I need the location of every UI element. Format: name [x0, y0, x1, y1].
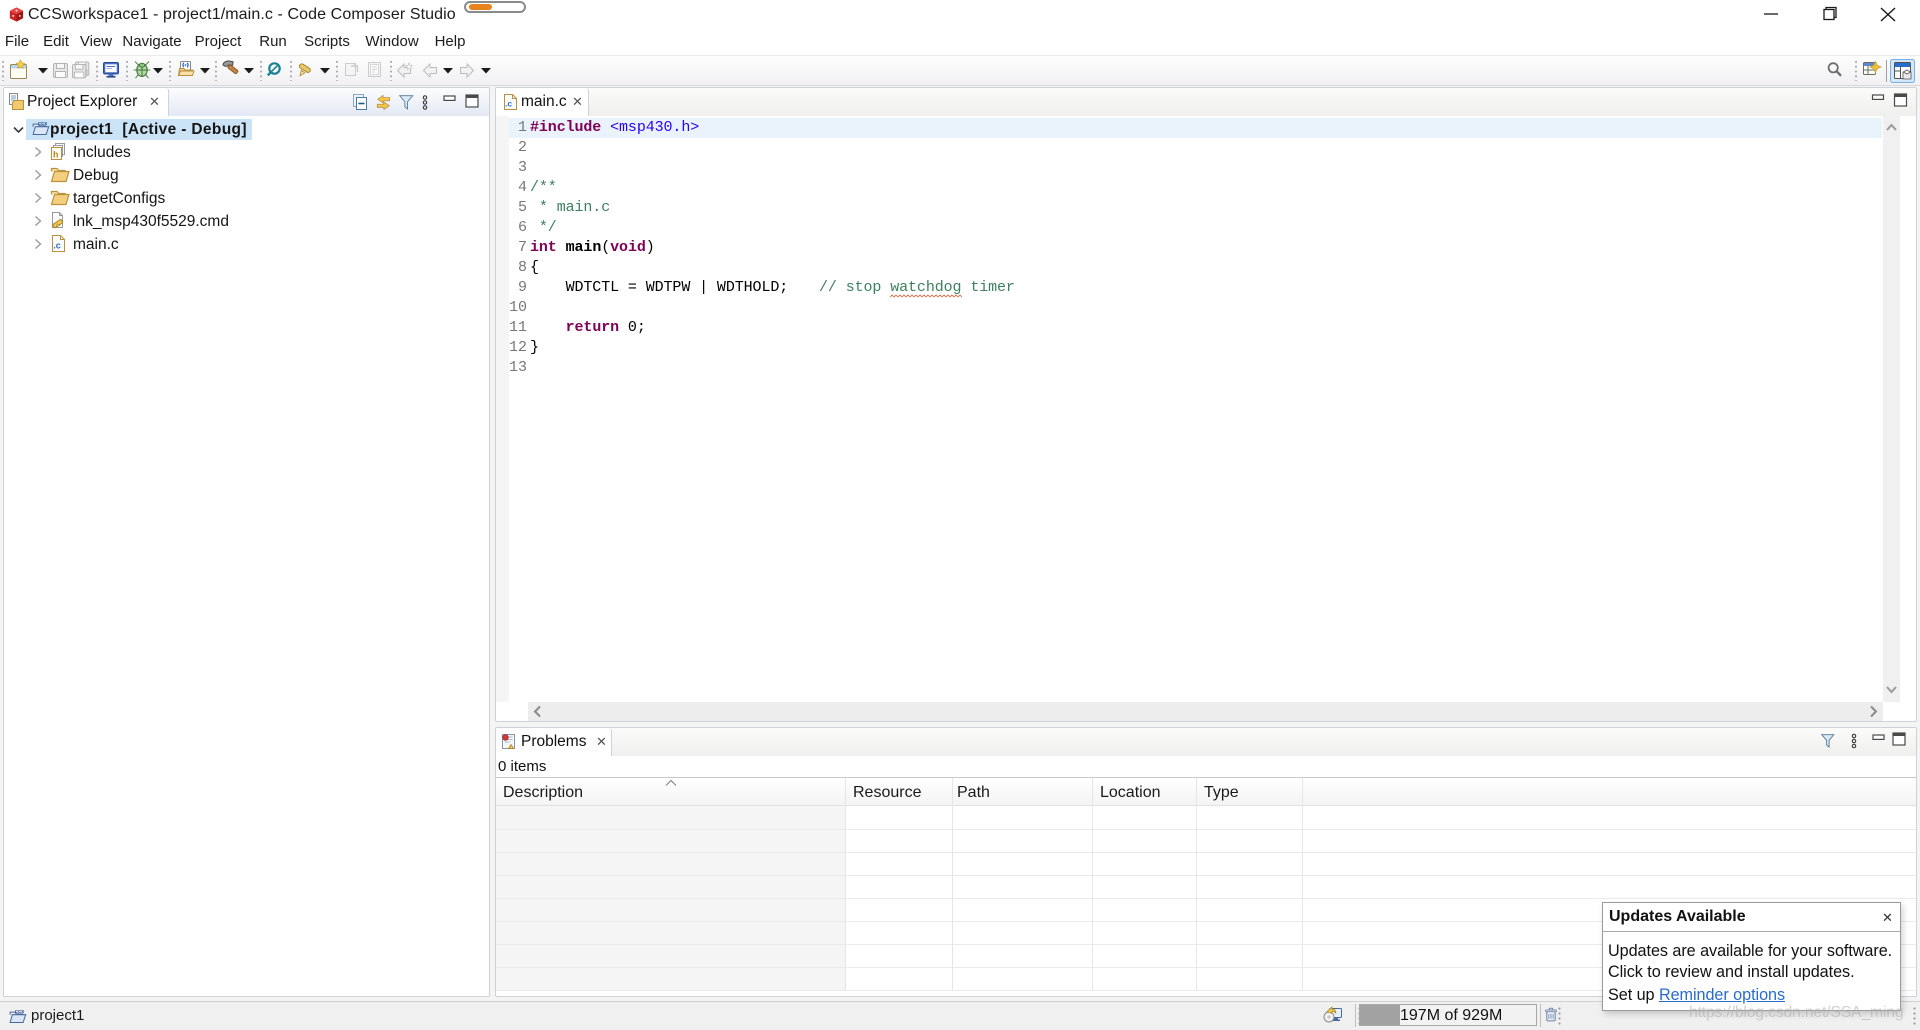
svg-text:.c: .c — [505, 99, 512, 109]
svg-text:h: h — [53, 151, 58, 161]
svg-text:.c: .c — [53, 241, 61, 251]
